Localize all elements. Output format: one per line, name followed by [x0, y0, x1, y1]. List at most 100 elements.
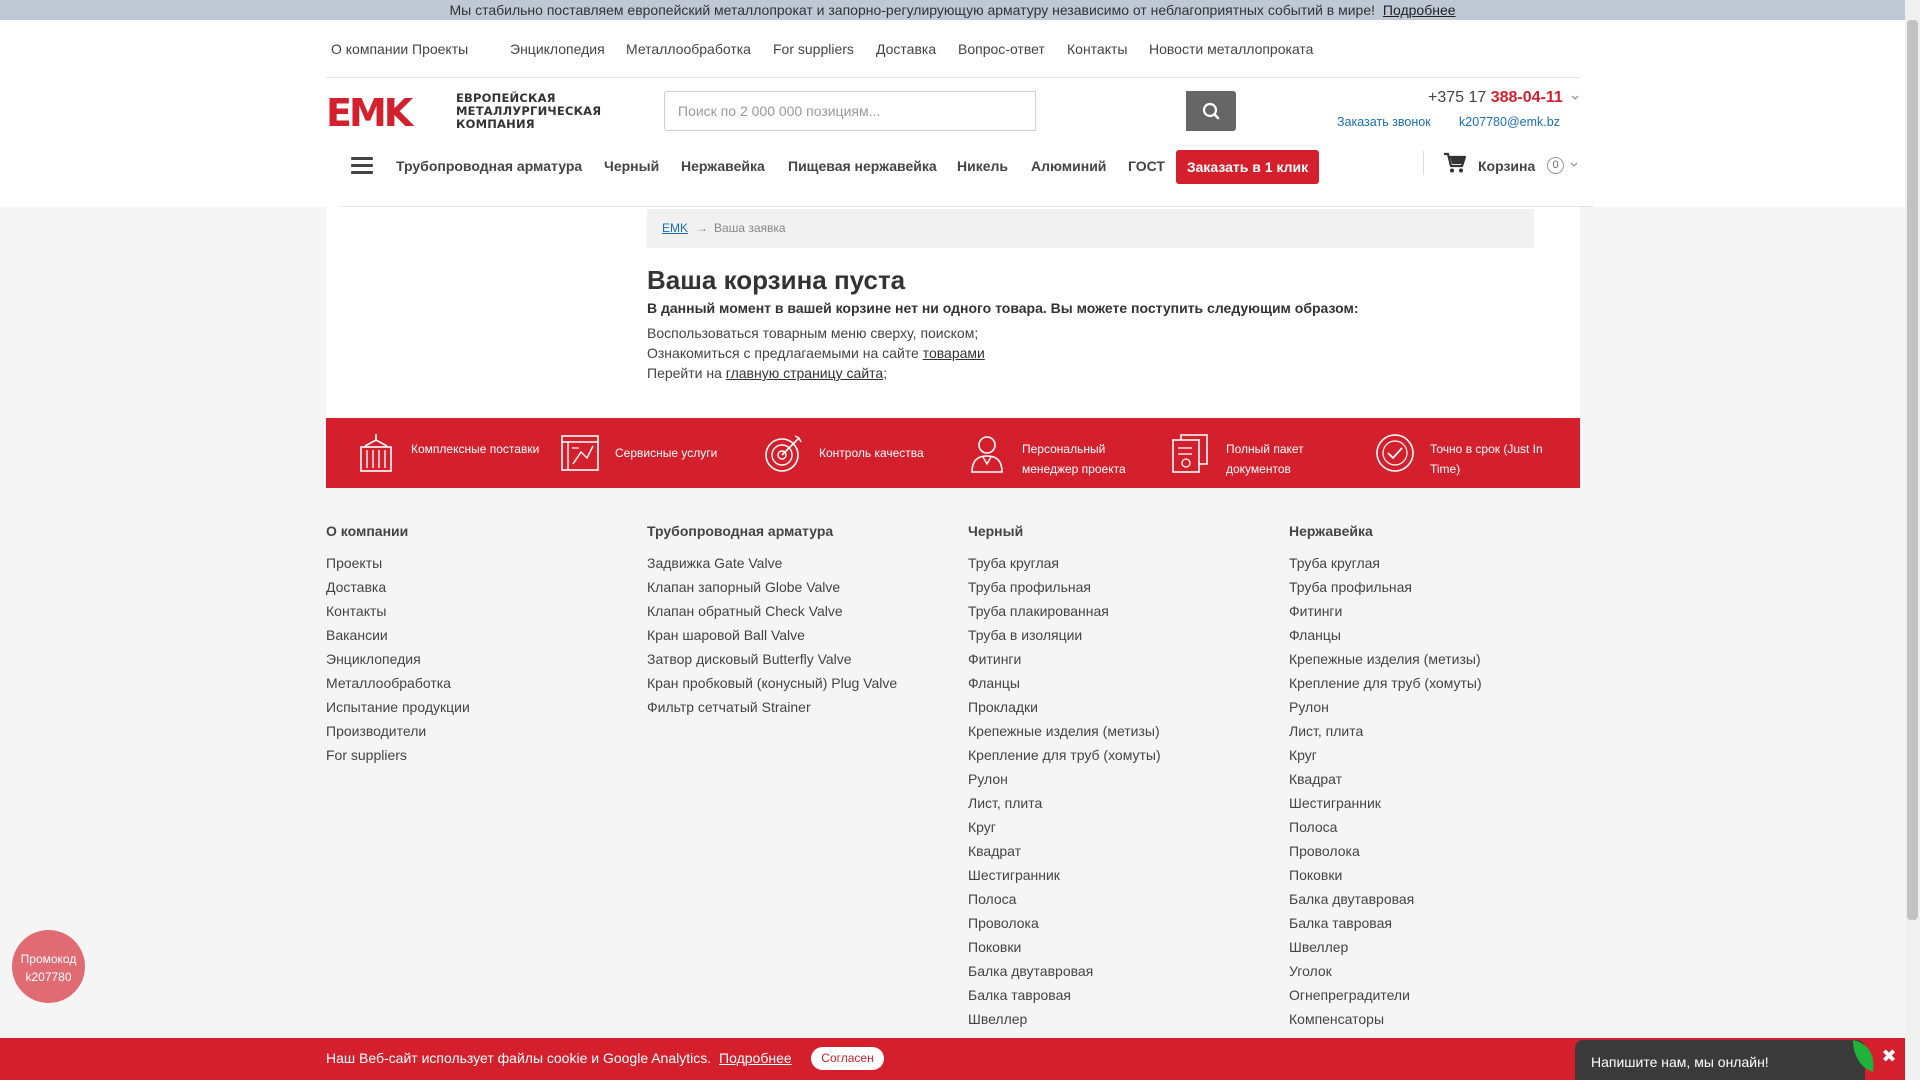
footer-link[interactable]: Рулон: [968, 767, 1161, 791]
footer-link[interactable]: Рулон: [1289, 695, 1482, 719]
footer-column-black: Черный Труба круглая Труба профильная Тр…: [968, 523, 1161, 1031]
footer-link[interactable]: Труба в изоляции: [968, 623, 1161, 647]
menu-icon[interactable]: [351, 157, 373, 175]
category-aluminium[interactable]: Алюминий: [1031, 158, 1106, 174]
footer-link[interactable]: Фитинги: [968, 647, 1161, 671]
footer-link[interactable]: Энциклопедия: [326, 647, 470, 671]
breadcrumb-home-link[interactable]: EMK: [662, 221, 688, 235]
footer-link[interactable]: Контакты: [326, 599, 470, 623]
footer-column-title[interactable]: Нержавейка: [1289, 523, 1482, 539]
top-banner-more-link[interactable]: Подробнее: [1383, 2, 1456, 18]
feature-label: Точно в срок (Just In Time): [1430, 442, 1543, 476]
footer-link[interactable]: Балка тавровая: [1289, 911, 1482, 935]
footer-link[interactable]: Крепежные изделия (метизы): [1289, 647, 1482, 671]
home-page-link[interactable]: главную страницу сайта: [726, 365, 883, 381]
category-gost[interactable]: ГОСТ: [1128, 158, 1165, 174]
footer-link[interactable]: Фитинги: [1289, 599, 1482, 623]
close-icon[interactable]: ✖: [1878, 1045, 1900, 1067]
footer-link[interactable]: Круг: [968, 815, 1161, 839]
phone[interactable]: +375 17 388-04-11: [1428, 89, 1579, 107]
footer-link[interactable]: Балка двутавровая: [1289, 887, 1482, 911]
cookie-agree-button[interactable]: Согласен: [811, 1047, 884, 1070]
topnav-item-metalworking[interactable]: Металлообработка: [626, 41, 751, 57]
footer-link[interactable]: Швеллер: [968, 1007, 1161, 1031]
footer-link[interactable]: Клапан обратный Check Valve: [647, 599, 897, 623]
topnav-item-projects[interactable]: Проекты: [412, 41, 468, 57]
footer-link[interactable]: Крепление для труб (хомуты): [1289, 671, 1482, 695]
footer-link[interactable]: Фланцы: [968, 671, 1161, 695]
callback-link[interactable]: Заказать звонок: [1337, 115, 1431, 129]
promo-code-badge[interactable]: Промокод k207780: [12, 930, 85, 1003]
footer-link[interactable]: Шестигранник: [1289, 791, 1482, 815]
footer-link[interactable]: Кран пробковый (конусный) Plug Valve: [647, 671, 897, 695]
topnav-item-about[interactable]: О компании: [331, 41, 408, 57]
cookie-more-link[interactable]: Подробнее: [719, 1050, 792, 1066]
footer-link[interactable]: Квадрат: [968, 839, 1161, 863]
footer-link[interactable]: Проекты: [326, 551, 470, 575]
category-food-stainless[interactable]: Пищевая нержавейка: [788, 158, 937, 174]
footer-link[interactable]: Полоса: [1289, 815, 1482, 839]
cart-icon[interactable]: [1443, 152, 1467, 174]
footer-link[interactable]: Прокладки: [968, 695, 1161, 719]
footer-link[interactable]: Крепление для труб (хомуты): [968, 743, 1161, 767]
footer-link[interactable]: Доставка: [326, 575, 470, 599]
email-link[interactable]: k207780@emk.bz: [1459, 115, 1560, 129]
search-button[interactable]: [1186, 91, 1236, 131]
footer-column-title[interactable]: Черный: [968, 523, 1161, 539]
footer-link[interactable]: Труба плакированная: [968, 599, 1161, 623]
footer-link[interactable]: Квадрат: [1289, 767, 1482, 791]
topnav-item-news[interactable]: Новости металлопроката: [1149, 41, 1313, 57]
chevron-down-icon[interactable]: [1569, 160, 1579, 170]
logo[interactable]: EMK ЕВРОПЕЙСКАЯ МЕТАЛЛУРГИЧЕСКАЯ КОМПАНИ…: [326, 92, 601, 132]
category-stainless[interactable]: Нержавейка: [681, 158, 765, 174]
footer-link[interactable]: Балка двутавровая: [968, 959, 1161, 983]
products-link[interactable]: товарами: [923, 345, 985, 361]
topnav-item-suppliers[interactable]: For suppliers: [773, 41, 854, 57]
search-input[interactable]: Поиск по 2 000 000 позициям...: [664, 91, 1036, 131]
footer-link[interactable]: Компенсаторы: [1289, 1007, 1482, 1031]
footer-link[interactable]: Уголок: [1289, 959, 1482, 983]
order-one-click-button[interactable]: Заказать в 1 клик: [1176, 150, 1319, 184]
footer-link[interactable]: Балка тавровая: [968, 983, 1161, 1007]
footer-link[interactable]: Лист, плита: [1289, 719, 1482, 743]
footer-link[interactable]: Круг: [1289, 743, 1482, 767]
category-nickel[interactable]: Никель: [957, 158, 1008, 174]
footer-link[interactable]: Поковки: [1289, 863, 1482, 887]
footer-link[interactable]: Металлообработка: [326, 671, 470, 695]
footer-link[interactable]: Производители: [326, 719, 470, 743]
footer-link[interactable]: Проволока: [1289, 839, 1482, 863]
footer-link[interactable]: Труба круглая: [1289, 551, 1482, 575]
topnav-item-delivery[interactable]: Доставка: [876, 41, 936, 57]
footer-link[interactable]: Задвижка Gate Valve: [647, 551, 897, 575]
footer-link[interactable]: Проволока: [968, 911, 1161, 935]
footer-link[interactable]: Кран шаровой Ball Valve: [647, 623, 897, 647]
footer-link[interactable]: Поковки: [968, 935, 1161, 959]
footer-link[interactable]: Труба профильная: [968, 575, 1161, 599]
topnav-item-faq[interactable]: Вопрос-ответ: [958, 41, 1045, 57]
footer-link[interactable]: Полоса: [968, 887, 1161, 911]
footer-link[interactable]: Затвор дисковый Butterfly Valve: [647, 647, 897, 671]
footer-link[interactable]: Крепежные изделия (метизы): [968, 719, 1161, 743]
footer-column-title[interactable]: О компании: [326, 523, 470, 539]
chat-widget[interactable]: Напишите нам, мы онлайн!: [1575, 1040, 1874, 1080]
scrollbar[interactable]: [1905, 0, 1920, 1080]
category-black[interactable]: Черный: [604, 158, 659, 174]
footer-link[interactable]: Клапан запорный Globe Valve: [647, 575, 897, 599]
footer-link[interactable]: Труба круглая: [968, 551, 1161, 575]
footer-link[interactable]: Швеллер: [1289, 935, 1482, 959]
topnav-item-encyclopedia[interactable]: Энциклопедия: [510, 41, 605, 57]
footer-link[interactable]: Лист, плита: [968, 791, 1161, 815]
footer-link[interactable]: Огнепреградители: [1289, 983, 1482, 1007]
topnav-item-contacts[interactable]: Контакты: [1067, 41, 1127, 57]
scrollbar-thumb[interactable]: [1907, 20, 1918, 920]
footer-link[interactable]: For suppliers: [326, 743, 470, 767]
footer-link[interactable]: Шестигранник: [968, 863, 1161, 887]
category-valves[interactable]: Трубопроводная арматура: [396, 158, 582, 174]
footer-link[interactable]: Фильтр сетчатый Strainer: [647, 695, 897, 719]
footer-column-title[interactable]: Трубопроводная арматура: [647, 523, 897, 539]
footer-link[interactable]: Вакансии: [326, 623, 470, 647]
footer-link[interactable]: Труба профильная: [1289, 575, 1482, 599]
cart-link[interactable]: Корзина: [1478, 158, 1535, 174]
footer-link[interactable]: Фланцы: [1289, 623, 1482, 647]
footer-link[interactable]: Испытание продукции: [326, 695, 470, 719]
